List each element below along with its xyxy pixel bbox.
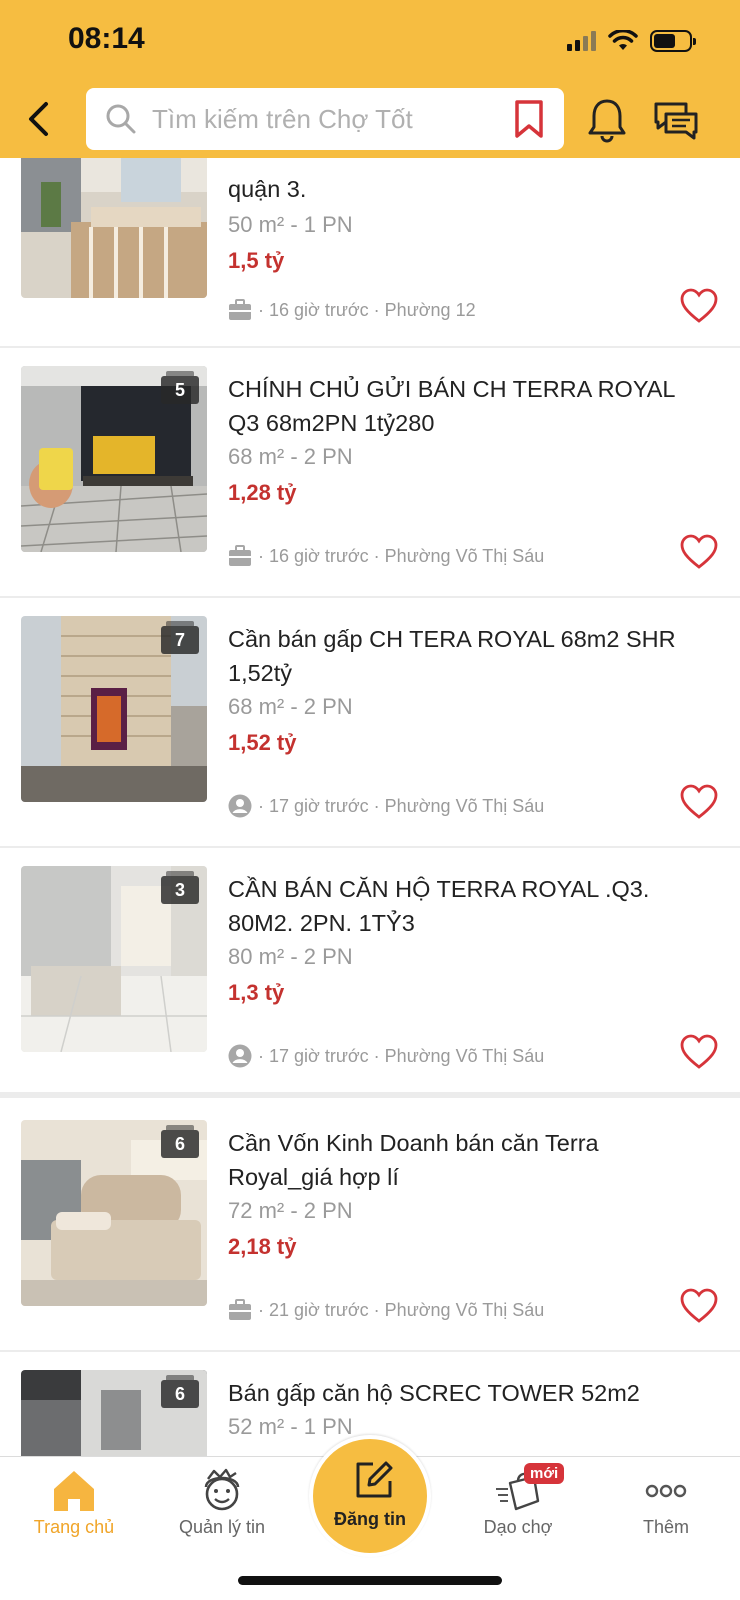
listing-area-rooms: 52 m² - 1 PN xyxy=(228,1414,353,1439)
image-count-badge: 7 xyxy=(161,621,199,654)
listing-time-location: · 21 giờ trước · Phường Võ Thị Sáu xyxy=(258,1299,545,1320)
user-icon xyxy=(228,794,252,818)
listing-time-location: · 16 giờ trước · Phường 12 xyxy=(258,299,476,320)
heart-icon[interactable] xyxy=(680,1288,718,1324)
listing-card[interactable]: quận 3. 50 m² - 1 PN 1,5 tỷ · 16 giờ trư… xyxy=(0,158,740,348)
nav-market-label: Dạo chợ xyxy=(483,1517,553,1537)
home-indicator xyxy=(238,1576,502,1585)
listing-thumbnail[interactable]: 3 xyxy=(21,866,207,1052)
listing-price: 1,28 tỷ xyxy=(228,480,297,505)
listing-card[interactable]: 5 CHÍNH CHỦ GỬI BÁN CH TERRA ROYAL Q3 68… xyxy=(0,348,740,598)
nav-home[interactable]: Trang chủ xyxy=(0,1457,148,1567)
briefcase-icon xyxy=(229,1299,251,1320)
listing-time-location: · 17 giờ trước · Phường Võ Thị Sáu xyxy=(258,795,545,816)
user-icon xyxy=(228,1044,252,1068)
listing-title: quận 3. xyxy=(228,176,307,202)
listing-price: 1,5 tỷ xyxy=(228,248,285,273)
listing-thumbnail[interactable]: 7 xyxy=(21,616,207,802)
wifi-icon xyxy=(608,30,638,50)
listing-footer: · 21 giờ trước · Phường Võ Thị Sáu xyxy=(228,1298,544,1322)
listing-thumbnail[interactable] xyxy=(21,158,207,298)
search-icon xyxy=(106,104,136,134)
heart-icon[interactable] xyxy=(680,288,718,324)
chevron-left-icon xyxy=(29,102,48,136)
briefcase-icon xyxy=(229,299,251,320)
status-time: 08:14 xyxy=(68,22,145,55)
chat-icon[interactable] xyxy=(652,100,700,140)
search-input[interactable]: Tìm kiếm trên Chợ Tốt xyxy=(86,88,564,150)
listing-price: 1,3 tỷ xyxy=(228,980,285,1005)
battery-icon xyxy=(650,30,696,52)
nav-market[interactable]: Dạo chợ xyxy=(444,1457,592,1567)
face-icon xyxy=(204,1468,240,1511)
more-dots-icon xyxy=(645,1484,687,1498)
listing-area-rooms: 50 m² - 1 PN xyxy=(228,212,353,237)
listing-area-rooms: 72 m² - 2 PN xyxy=(228,1198,353,1223)
image-count-badge: 6 xyxy=(161,1375,199,1408)
listing-time-location: · 16 giờ trước · Phường Võ Thị Sáu xyxy=(258,545,545,566)
listing-thumbnail[interactable]: 6 xyxy=(21,1120,207,1306)
image-count-badge: 5 xyxy=(161,371,199,404)
image-count-badge: 3 xyxy=(161,871,199,904)
image-count-badge: 6 xyxy=(161,1125,199,1158)
status-icons xyxy=(567,28,696,54)
post-listing-button[interactable]: Đăng tin xyxy=(309,1435,431,1557)
listing-thumbnail[interactable]: 6 xyxy=(21,1370,207,1458)
nav-manage-listings[interactable]: Quản lý tin xyxy=(148,1457,296,1567)
listing-footer: · 17 giờ trước · Phường Võ Thị Sáu xyxy=(228,1044,544,1068)
search-placeholder: Tìm kiếm trên Chợ Tốt xyxy=(152,103,413,134)
heart-icon[interactable] xyxy=(680,534,718,570)
post-listing-label: Đăng tin xyxy=(334,1509,406,1529)
nav-home-label: Trang chủ xyxy=(33,1517,115,1537)
briefcase-icon xyxy=(229,545,251,566)
notification-bell-icon[interactable] xyxy=(584,96,630,144)
listing-price: 2,18 tỷ xyxy=(228,1234,297,1259)
listing-price: 1,52 tỷ xyxy=(228,730,297,755)
nav-more[interactable]: Thêm xyxy=(592,1457,740,1567)
listing-thumbnail[interactable]: 5 xyxy=(21,366,207,552)
listing-footer: · 16 giờ trước · Phường Võ Thị Sáu xyxy=(228,544,544,568)
top-header: 08:14 Tìm kiếm trên Chợ Tốt xyxy=(0,0,740,158)
listing-footer: · 16 giờ trước · Phường 12 xyxy=(228,298,476,322)
listing-feed[interactable]: quận 3. 50 m² - 1 PN 1,5 tỷ · 16 giờ trư… xyxy=(0,158,740,1458)
heart-icon[interactable] xyxy=(680,1034,718,1070)
listing-card[interactable]: 6 Cần Vốn Kinh Doanh bán căn Terra Royal… xyxy=(0,1102,740,1352)
listing-footer: · 17 giờ trước · Phường Võ Thị Sáu xyxy=(228,794,544,818)
listing-time-location: · 17 giờ trước · Phường Võ Thị Sáu xyxy=(258,1045,545,1066)
listing-title: Cần Vốn Kinh Doanh bán căn Terra Royal_g… xyxy=(228,1130,599,1190)
listing-title: CHÍNH CHỦ GỬI BÁN CH TERRA ROYAL Q3 68m2… xyxy=(228,376,675,436)
listing-card[interactable]: 3 CẦN BÁN CĂN HỘ TERRA ROYAL .Q3. 80M2. … xyxy=(0,848,740,1098)
back-button[interactable] xyxy=(18,96,58,142)
nav-more-label: Thêm xyxy=(642,1517,689,1537)
nav-manage-label: Quản lý tin xyxy=(178,1517,266,1537)
listing-card[interactable]: 7 Cần bán gấp CH TERA ROYAL 68m2 SHR 1,5… xyxy=(0,598,740,848)
cellular-signal-icon xyxy=(567,31,596,51)
heart-icon[interactable] xyxy=(680,784,718,820)
home-icon xyxy=(54,1471,94,1511)
listing-area-rooms: 68 m² - 2 PN xyxy=(228,444,353,469)
listing-title: Bán gấp căn hộ SCREC TOWER 52m2 xyxy=(228,1380,640,1406)
listing-area-rooms: 68 m² - 2 PN xyxy=(228,694,353,719)
bookmark-icon[interactable] xyxy=(512,99,546,139)
new-badge: mới xyxy=(524,1463,565,1484)
listing-area-rooms: 80 m² - 2 PN xyxy=(228,944,353,969)
listing-title: Cần bán gấp CH TERA ROYAL 68m2 SHR 1,52t… xyxy=(228,626,676,686)
listing-title: CẦN BÁN CĂN HỘ TERRA ROYAL .Q3. 80M2. 2P… xyxy=(228,876,650,936)
edit-icon xyxy=(356,1461,393,1498)
